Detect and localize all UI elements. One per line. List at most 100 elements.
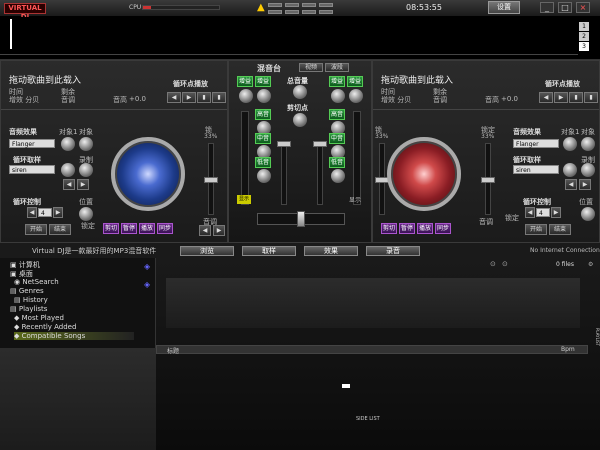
mixer-tab[interactable]: 混音台 xyxy=(257,63,281,74)
tree-item-compatible-songs[interactable]: ◆ Compatible Songs xyxy=(14,332,134,340)
right-play-button[interactable]: 播放 xyxy=(417,223,433,234)
left-turntable[interactable] xyxy=(111,137,185,211)
right-loop-btn-2[interactable]: ▶ xyxy=(554,92,568,103)
options-icon[interactable]: ⚙ xyxy=(588,261,593,268)
left-low-knob[interactable] xyxy=(257,169,271,183)
left-sample-knob-2[interactable] xyxy=(79,163,93,177)
settings-button[interactable]: 设置 xyxy=(488,1,520,14)
left-pause-button[interactable]: 暂停 xyxy=(121,223,137,234)
left-loop-btn-3[interactable]: ▮ xyxy=(197,92,211,103)
right-effect-select[interactable]: Flanger xyxy=(513,139,559,148)
search-icon[interactable]: ⊙ xyxy=(502,260,508,268)
right-loop-btn-4[interactable]: ▮ xyxy=(584,92,598,103)
deck-number-3[interactable]: 3 xyxy=(579,42,589,51)
right-sample-next[interactable]: ▶ xyxy=(579,179,591,190)
left-key-down[interactable]: ◀ xyxy=(199,225,211,236)
side-list-label[interactable]: SIDE LIST xyxy=(356,416,380,422)
layout-button-5[interactable] xyxy=(268,10,282,14)
left-effect-knob-2[interactable] xyxy=(79,137,93,151)
folder-add-icon[interactable]: ◈ xyxy=(144,262,150,271)
file-list[interactable]: ⊙ ⊙ 0 files ⚙ SIDE LIST PLAYLIST xyxy=(156,258,600,450)
left-key-up[interactable]: ▶ xyxy=(213,225,225,236)
right-loop-inc[interactable]: ▶ xyxy=(551,207,561,218)
left-sample-knob-1[interactable] xyxy=(61,163,75,177)
minimize-button[interactable]: _ xyxy=(540,2,554,13)
left-loop-value[interactable]: 4 xyxy=(38,208,52,217)
left-sample-next[interactable]: ▶ xyxy=(77,179,89,190)
search-add-icon[interactable]: ◈ xyxy=(144,280,150,289)
deck-number-2[interactable]: 2 xyxy=(579,32,589,41)
layout-button-7[interactable] xyxy=(302,10,316,14)
left-loop-btn-1[interactable]: ◀ xyxy=(167,92,181,103)
video-tab[interactable]: 视频 xyxy=(299,63,323,72)
right-stop-button[interactable]: 结束 xyxy=(549,224,571,235)
right-turntable[interactable] xyxy=(387,137,461,211)
left-loop-dec[interactable]: ◀ xyxy=(27,207,37,218)
right-channel-fader[interactable] xyxy=(317,141,323,205)
tree-item-playlists[interactable]: ▤ Playlists xyxy=(10,305,47,313)
left-effect-select[interactable]: Flanger xyxy=(9,139,55,148)
left-cue-button[interactable]: 剪切 xyxy=(103,223,119,234)
left-loop-btn-2[interactable]: ▶ xyxy=(182,92,196,103)
headphone-knob[interactable] xyxy=(293,113,307,127)
right-pos-knob[interactable] xyxy=(581,207,595,221)
left-sync-button[interactable]: 同步 xyxy=(157,223,173,234)
script-tab[interactable]: 波段 xyxy=(325,63,349,72)
left-fader-cap[interactable] xyxy=(277,141,291,147)
layout-button-3[interactable] xyxy=(302,3,316,7)
left-gain-knob-2[interactable] xyxy=(257,89,271,103)
right-pause-button[interactable]: 暂停 xyxy=(399,223,415,234)
left-sample-prev[interactable]: ◀ xyxy=(63,179,75,190)
left-loop-inc[interactable]: ▶ xyxy=(53,207,63,218)
left-channel-fader[interactable] xyxy=(281,141,287,205)
left-play-button[interactable]: 播放 xyxy=(139,223,155,234)
right-low-knob[interactable] xyxy=(331,169,345,183)
refresh-icon[interactable]: ⊙ xyxy=(490,260,496,268)
layout-button-4[interactable] xyxy=(319,3,333,7)
tab-sampler[interactable]: 取样 xyxy=(242,246,296,256)
tab-effects[interactable]: 效果 xyxy=(304,246,358,256)
right-pitch-slider-cap[interactable] xyxy=(481,177,495,183)
left-sample-select[interactable]: siren xyxy=(9,165,55,174)
column-title[interactable]: 标题 xyxy=(167,346,179,355)
left-start-button[interactable]: 开始 xyxy=(25,224,47,235)
tab-record[interactable]: 录音 xyxy=(366,246,420,256)
waveform-area[interactable]: 1 2 3 xyxy=(0,17,600,60)
layout-button-8[interactable] xyxy=(319,10,333,14)
layout-button-1[interactable] xyxy=(268,3,282,7)
column-bpm[interactable]: Bpm xyxy=(561,346,575,353)
tree-item-most-played[interactable]: ◆ Most Played xyxy=(14,314,64,322)
crossfader-cap[interactable] xyxy=(297,211,305,227)
right-start-button[interactable]: 开始 xyxy=(525,224,547,235)
tree-item-history[interactable]: ▤ History xyxy=(14,296,48,304)
layout-button-6[interactable] xyxy=(285,10,299,14)
right-sample-prev[interactable]: ◀ xyxy=(565,179,577,190)
tree-item-netsearch[interactable]: ◉ NetSearch xyxy=(14,278,59,286)
left-effect-knob-1[interactable] xyxy=(61,137,75,151)
right-fader-cap[interactable] xyxy=(313,141,327,147)
left-gain-knob[interactable] xyxy=(239,89,253,103)
tab-browser[interactable]: 浏览 xyxy=(180,246,234,256)
right-loop-btn-3[interactable]: ▮ xyxy=(569,92,583,103)
right-gain-knob-2[interactable] xyxy=(349,89,363,103)
right-loop-value[interactable]: 4 xyxy=(536,208,550,217)
warning-icon[interactable]: ▲ xyxy=(257,2,265,13)
left-loop-btn-4[interactable]: ▮ xyxy=(212,92,226,103)
right-effect-knob-2[interactable] xyxy=(581,137,595,151)
close-button[interactable]: × xyxy=(576,2,590,13)
right-loop-dec[interactable]: ◀ xyxy=(525,207,535,218)
layout-button-2[interactable] xyxy=(285,3,299,7)
right-sync-button[interactable]: 同步 xyxy=(435,223,451,234)
right-loop-btn-1[interactable]: ◀ xyxy=(539,92,553,103)
right-sample-knob-1[interactable] xyxy=(563,163,577,177)
right-sample-select[interactable]: siren xyxy=(513,165,559,174)
deck-number-1[interactable]: 1 xyxy=(579,22,589,31)
maximize-button[interactable]: □ xyxy=(558,2,572,13)
right-effect-knob-1[interactable] xyxy=(563,137,577,151)
tree-item-recently-added[interactable]: ◆ Recently Added xyxy=(14,323,76,331)
right-cue-button[interactable]: 剪切 xyxy=(381,223,397,234)
tree-item-genres[interactable]: ▤ Genres xyxy=(10,287,44,295)
right-sample-knob-2[interactable] xyxy=(581,163,595,177)
left-stop-button[interactable]: 结束 xyxy=(49,224,71,235)
left-vu-label[interactable]: 显示 xyxy=(237,195,251,204)
